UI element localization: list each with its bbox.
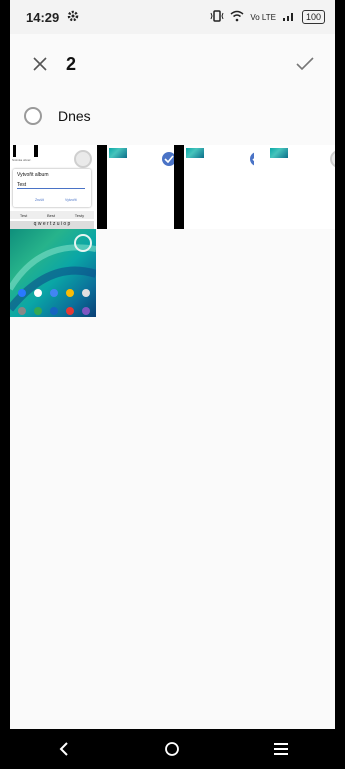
- dialog-input: Test: [17, 182, 85, 189]
- screen-frame-left: [0, 0, 10, 769]
- home-icon: [165, 742, 180, 756]
- keyboard-row: q w e r t z u i o p: [10, 221, 94, 229]
- screen: 14:29 Vo LTE 100 2 Dnes Snímka obraz. Vy…: [10, 0, 335, 769]
- vibrate-icon: [210, 9, 224, 25]
- checkmark-icon: [296, 57, 314, 71]
- battery-indicator: 100: [301, 10, 325, 24]
- photo-tile[interactable]: [254, 145, 335, 229]
- select-photo-checkbox-checked[interactable]: [160, 150, 174, 168]
- status-time: 14:29: [26, 9, 60, 25]
- signal-icon: [282, 10, 296, 25]
- date-label: Dnes: [58, 108, 91, 124]
- album-dialog-preview: Vytvořit album Test Zrušit Vytvořit: [13, 169, 91, 207]
- select-all-date-checkbox[interactable]: [24, 107, 42, 125]
- selection-count: 2: [66, 53, 77, 74]
- close-selection-button[interactable]: [24, 48, 56, 80]
- lte-indicator: Vo LTE: [250, 12, 276, 22]
- system-navigation-bar: [10, 729, 335, 769]
- nav-home-button[interactable]: [157, 734, 187, 764]
- select-photo-checkbox[interactable]: [74, 234, 92, 252]
- photo-tile[interactable]: [174, 145, 254, 229]
- dialog-cancel: Zrušit: [35, 198, 44, 202]
- dialog-title: Vytvořit album: [17, 172, 49, 178]
- photo-thumbnail: [109, 148, 127, 158]
- photo-thumbnail: [186, 148, 204, 158]
- date-section-header: Dnes: [10, 94, 335, 138]
- nav-recents-button[interactable]: [266, 734, 296, 764]
- back-icon: [59, 742, 68, 756]
- screen-frame-right: [335, 0, 345, 769]
- photo-tile[interactable]: Snímka obraz. Vytvořit album Test Zrušit…: [10, 145, 94, 229]
- tile-caption: Snímka obraz.: [12, 158, 32, 162]
- dialog-create: Vytvořit: [65, 198, 77, 202]
- selection-toolbar: 2: [10, 34, 335, 94]
- close-icon: [33, 57, 47, 71]
- menu-icon: [273, 743, 288, 755]
- photo-thumbnail: [270, 148, 288, 158]
- settings-gear-icon: [67, 10, 79, 25]
- select-photo-checkbox[interactable]: [330, 150, 335, 168]
- photo-tile[interactable]: [10, 229, 96, 317]
- check-icon: [164, 155, 174, 163]
- status-bar: 14:29 Vo LTE 100: [10, 0, 335, 34]
- nav-back-button[interactable]: [49, 734, 79, 764]
- select-photo-checkbox[interactable]: [74, 150, 92, 168]
- keyboard-suggestions: Test Best Testy: [10, 211, 94, 219]
- photo-tile[interactable]: [94, 145, 174, 229]
- wifi-icon: [230, 10, 244, 25]
- confirm-selection-button[interactable]: [289, 48, 321, 80]
